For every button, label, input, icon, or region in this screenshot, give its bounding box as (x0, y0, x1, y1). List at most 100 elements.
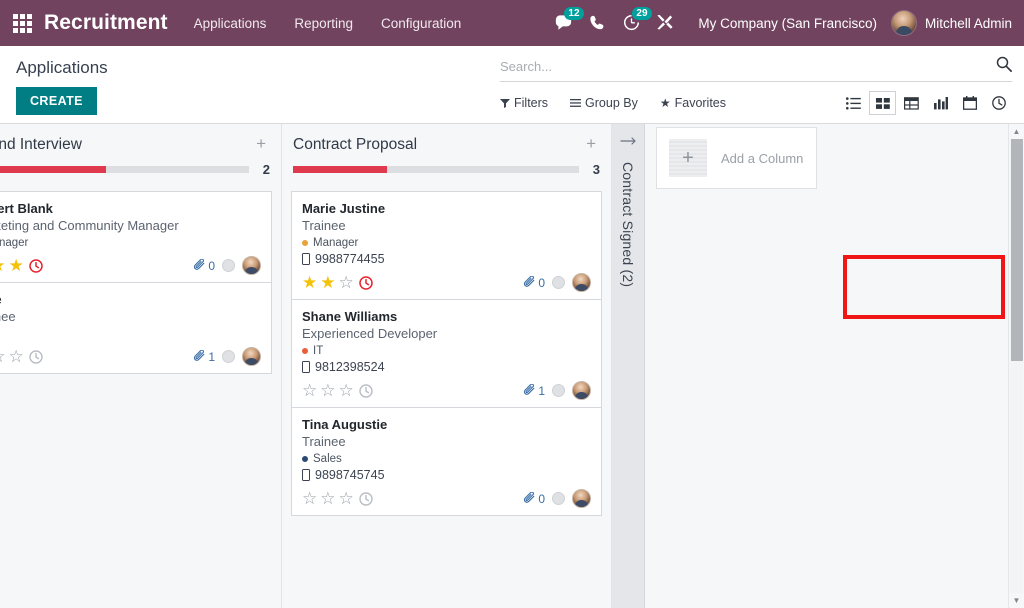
priority-stars[interactable]: ☆ ☆ ☆ (302, 382, 354, 399)
star-icon[interactable]: ☆ (339, 382, 354, 399)
attachment-icon[interactable]: 0 (523, 276, 545, 290)
kanban-progress-bar[interactable] (0, 166, 249, 173)
add-column-button[interactable]: + Add a Column (656, 127, 817, 189)
favorites-button[interactable]: ★ Favorites (660, 96, 726, 110)
card-tag: Manager (0, 237, 261, 249)
kanban-progress-bar[interactable] (293, 166, 579, 173)
search-input[interactable] (500, 59, 996, 74)
card-phone[interactable]: 9898745745 (302, 468, 591, 482)
view-list-button[interactable] (840, 91, 867, 115)
apps-grid-icon[interactable] (0, 14, 44, 33)
menu-item-reporting[interactable]: Reporting (294, 16, 353, 31)
star-icon[interactable]: ★ (9, 257, 24, 274)
table-row[interactable]: Shane Williams Experienced Developer IT … (291, 299, 602, 408)
kanban-state-circle[interactable] (552, 276, 565, 289)
star-icon[interactable]: ☆ (0, 348, 6, 365)
kanban-column-title[interactable]: Contract Signed (2) (620, 162, 636, 287)
card-phone-number: 9898745745 (315, 468, 385, 482)
star-icon: ★ (660, 96, 671, 110)
company-selector[interactable]: My Company (San Francisco) (698, 16, 877, 31)
card-footer: ★ ★ ★ 0 (0, 256, 261, 275)
card-footer-right: 0 (193, 256, 261, 275)
star-icon[interactable]: ★ (302, 274, 317, 291)
star-icon[interactable]: ☆ (320, 490, 335, 507)
search-bar[interactable] (500, 56, 1012, 82)
menu-item-applications[interactable]: Applications (194, 16, 267, 31)
priority-stars[interactable]: ☆ ☆ ☆ (0, 348, 24, 365)
card-job-position: Marketing and Community Manager (0, 217, 261, 235)
table-row[interactable]: Jose Trainee IT ☆ ☆ ☆ (0, 282, 272, 374)
view-kanban-button[interactable] (869, 91, 896, 115)
filters-label: Filters (514, 96, 548, 110)
star-icon[interactable]: ☆ (339, 274, 354, 291)
phone-icon[interactable] (580, 0, 614, 46)
view-activity-button[interactable] (985, 91, 1012, 115)
table-row[interactable]: Tina Augustie Trainee Sales 9898745745 ☆… (291, 407, 602, 516)
star-icon[interactable]: ☆ (339, 490, 354, 507)
avatar[interactable] (242, 256, 261, 275)
user-menu[interactable]: Mitchell Admin (891, 10, 1012, 36)
kanban-card-list: Marie Justine Trainee Manager 9988774455… (291, 191, 602, 516)
menu-item-configuration[interactable]: Configuration (381, 16, 461, 31)
search-icon[interactable] (996, 56, 1012, 77)
tag-dot-icon (302, 456, 308, 462)
card-job-position: Trainee (302, 217, 591, 235)
tag-dot-icon (302, 240, 308, 246)
app-brand-title[interactable]: Recruitment (44, 11, 168, 35)
activity-clock-icon[interactable] (359, 384, 373, 398)
create-button[interactable]: CREATE (16, 87, 97, 115)
star-icon[interactable]: ★ (0, 257, 6, 274)
priority-stars[interactable]: ☆ ☆ ☆ (302, 490, 354, 507)
activity-clock-icon[interactable] (29, 350, 43, 364)
card-tag: IT (0, 328, 261, 340)
kanban-column-title[interactable]: Second Interview (0, 136, 252, 154)
star-icon[interactable]: ☆ (320, 382, 335, 399)
quick-add-card-button[interactable]: + (252, 136, 270, 152)
priority-stars[interactable]: ★ ★ ☆ (302, 274, 354, 291)
filters-button[interactable]: Filters (500, 96, 548, 110)
expand-arrow-icon[interactable] (620, 134, 637, 148)
kanban-state-circle[interactable] (552, 492, 565, 505)
attachment-icon[interactable]: 0 (523, 492, 545, 506)
card-phone[interactable]: 9988774455 (302, 252, 591, 266)
kanban-state-circle[interactable] (222, 350, 235, 363)
activity-clock-icon[interactable] (29, 259, 43, 273)
avatar (891, 10, 917, 36)
activity-clock-icon[interactable]: 29 (614, 0, 648, 46)
avatar[interactable] (572, 273, 591, 292)
avatar[interactable] (572, 489, 591, 508)
table-row[interactable]: Hubert Blank Marketing and Community Man… (0, 191, 272, 283)
avatar[interactable] (242, 347, 261, 366)
vertical-scrollbar[interactable]: ▲ ▼ (1008, 124, 1024, 608)
kanban-column-title[interactable]: Contract Proposal (293, 136, 582, 154)
view-graph-button[interactable] (927, 91, 954, 115)
view-pivot-button[interactable] (898, 91, 925, 115)
attachment-icon[interactable]: 1 (523, 384, 545, 398)
quick-add-card-button[interactable]: + (582, 136, 600, 152)
scroll-down-arrow-icon[interactable]: ▼ (1009, 593, 1024, 608)
scrollbar-thumb[interactable] (1011, 139, 1023, 361)
kanban-column-folded-contract-signed[interactable]: Contract Signed (2) (612, 124, 645, 608)
view-calendar-button[interactable] (956, 91, 983, 115)
star-icon[interactable]: ★ (320, 274, 335, 291)
kanban-state-circle[interactable] (222, 259, 235, 272)
messages-icon[interactable]: 12 (546, 0, 580, 46)
card-phone[interactable]: 9812398524 (302, 360, 591, 374)
attachment-count: 1 (208, 350, 215, 364)
mobile-icon (302, 361, 310, 373)
star-icon[interactable]: ☆ (302, 382, 317, 399)
attachment-icon[interactable]: 0 (193, 259, 215, 273)
wrench-icon[interactable] (648, 0, 682, 46)
avatar[interactable] (572, 381, 591, 400)
star-icon[interactable]: ☆ (302, 490, 317, 507)
group-by-button[interactable]: Group By (570, 96, 638, 110)
activity-clock-icon[interactable] (359, 492, 373, 506)
kanban-state-circle[interactable] (552, 384, 565, 397)
scroll-up-arrow-icon[interactable]: ▲ (1009, 124, 1024, 139)
priority-stars[interactable]: ★ ★ ★ (0, 257, 24, 274)
star-icon[interactable]: ☆ (9, 348, 24, 365)
table-row[interactable]: Marie Justine Trainee Manager 9988774455… (291, 191, 602, 300)
plus-icon[interactable]: + (669, 139, 707, 177)
attachment-icon[interactable]: 1 (193, 350, 215, 364)
activity-clock-icon[interactable] (359, 276, 373, 290)
